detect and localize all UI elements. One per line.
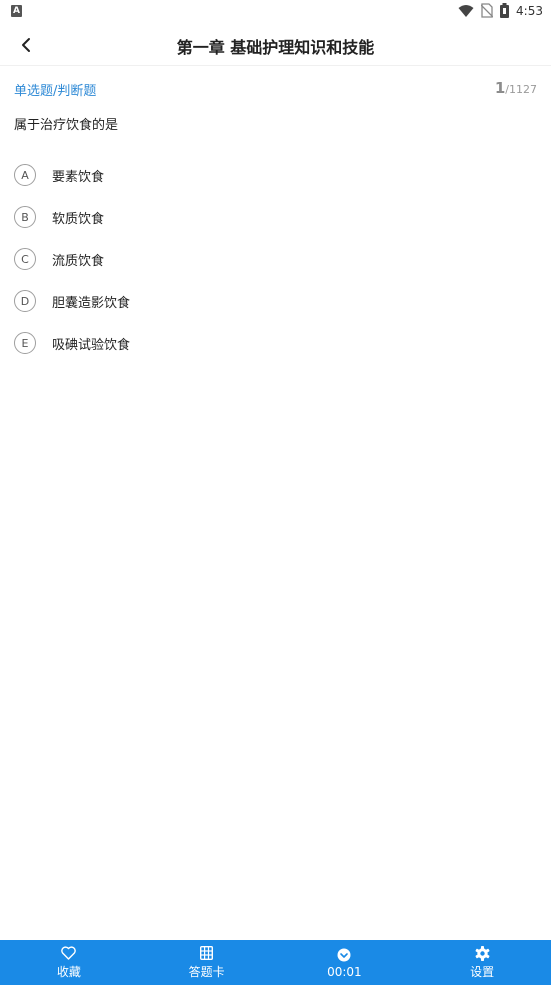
option-letter: D: [14, 290, 36, 312]
clock-icon: [337, 947, 351, 963]
settings-button[interactable]: 设置: [413, 940, 551, 985]
no-sim-icon: [481, 3, 494, 18]
option-label: 胆囊造影饮食: [52, 295, 131, 311]
status-icons: 4:53: [458, 3, 543, 18]
option-a[interactable]: A 要素饮食: [14, 154, 534, 196]
question-progress: 1/1127: [495, 78, 537, 97]
question-text: 属于治疗饮食的是: [14, 118, 119, 133]
option-letter: B: [14, 206, 36, 228]
favorite-label: 收藏: [56, 965, 81, 979]
option-letter: E: [14, 332, 36, 354]
option-label: 吸碘试验饮食: [52, 337, 131, 353]
battery-icon: [500, 3, 510, 18]
app-bar: 第一章 基础护理知识和技能: [0, 24, 551, 66]
option-label: 要素饮食: [52, 169, 105, 185]
option-c[interactable]: C 流质饮食: [14, 238, 534, 280]
status-bar: A 4:53: [0, 0, 551, 24]
clock: 4:53: [516, 3, 543, 18]
option-label: 软质饮食: [52, 211, 105, 227]
option-b[interactable]: B 软质饮食: [14, 196, 534, 238]
settings-label: 设置: [470, 965, 495, 979]
timer-value: 00:01: [327, 964, 362, 979]
options-list: A 要素饮食 B 软质饮食 C 流质饮食 D 胆囊造影饮食 E 吸碘试验饮食: [14, 154, 534, 364]
timer-button[interactable]: 00:01: [276, 940, 414, 985]
answer-card-label: 答题卡: [188, 965, 225, 979]
option-label: 流质饮食: [52, 253, 105, 269]
bottom-toolbar: 收藏 答题卡 00:01 设置: [0, 940, 551, 985]
app-notification-icon: A: [11, 5, 22, 17]
favorite-button[interactable]: 收藏: [0, 940, 138, 985]
option-e[interactable]: E 吸碘试验饮食: [14, 322, 534, 364]
question-type-label: 单选题/判断题: [14, 84, 97, 99]
wifi-icon: [458, 4, 474, 17]
heart-icon: [61, 945, 77, 961]
grid-icon: [200, 945, 214, 961]
gear-icon: [475, 945, 490, 961]
option-letter: A: [14, 164, 36, 186]
total-questions: /1127: [505, 83, 537, 96]
answer-card-button[interactable]: 答题卡: [138, 940, 276, 985]
current-question-number: 1: [494, 79, 506, 97]
option-letter: C: [14, 248, 36, 270]
option-d[interactable]: D 胆囊造影饮食: [14, 280, 534, 322]
page-title: 第一章 基础护理知识和技能: [176, 38, 375, 57]
